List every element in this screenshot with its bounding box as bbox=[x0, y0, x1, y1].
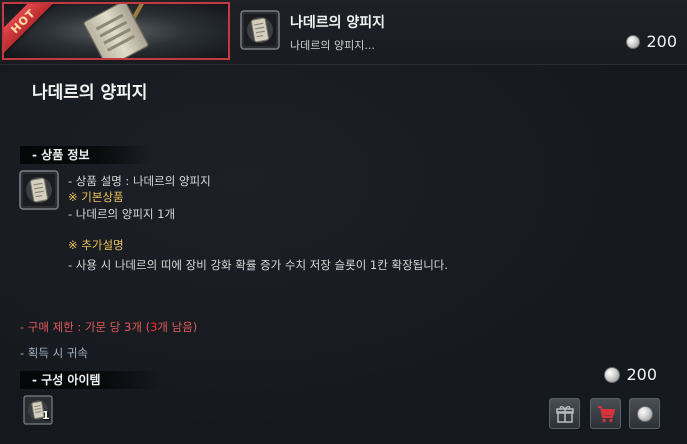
additional-info-heading: ※ 추가설명 bbox=[68, 238, 124, 252]
gift-button[interactable] bbox=[549, 398, 580, 429]
description-line: - 상품 설명 : 나데르의 양피지 bbox=[68, 174, 211, 188]
section-composition: - 구성 아이템 bbox=[20, 371, 161, 389]
header-item-subtitle: 나데르의 양피지... bbox=[290, 39, 375, 52]
buy-button[interactable] bbox=[629, 398, 660, 429]
scroll-icon bbox=[240, 10, 280, 50]
item-detail-window: HOT 나데르의 양피지 나데르의 양피지... 200 나데르의 양피지 - … bbox=[0, 0, 687, 444]
purchase-limit-suffix: 개 남음) bbox=[157, 320, 198, 334]
description-line: - 나데르의 양피지 1개 bbox=[68, 207, 176, 221]
gift-icon bbox=[555, 405, 574, 423]
hot-banner-image[interactable]: HOT bbox=[2, 2, 230, 60]
silver-coin-icon bbox=[636, 405, 653, 422]
add-to-cart-button[interactable] bbox=[590, 398, 621, 429]
composition-item-quantity: 1 bbox=[42, 409, 50, 422]
item-price: 200 bbox=[604, 365, 657, 384]
section-product-info: - 상품 정보 bbox=[20, 146, 150, 164]
hot-badge-label: HOT bbox=[8, 6, 38, 36]
purchase-limit-prefix: - 구매 제한 : 가문 당 3개 ( bbox=[20, 320, 151, 334]
silver-coin-icon bbox=[626, 34, 641, 49]
item-detail-body: 나데르의 양피지 - 상품 정보 - 상품 설명 : 나데르의 양피지 ※ 기본… bbox=[0, 65, 687, 444]
silver-coin-icon bbox=[604, 366, 621, 383]
product-title: 나데르의 양피지 bbox=[32, 83, 148, 103]
item-price-value: 200 bbox=[626, 365, 657, 384]
bind-on-acquire-note: - 획득 시 귀속 bbox=[20, 346, 89, 360]
hot-badge: HOT bbox=[4, 4, 57, 55]
purchase-limit: - 구매 제한 : 가문 당 3개 (3개 남음) bbox=[20, 319, 197, 335]
item-header: HOT 나데르의 양피지 나데르의 양피지... 200 bbox=[0, 0, 687, 65]
cart-icon bbox=[597, 405, 615, 422]
scroll-icon[interactable] bbox=[19, 170, 59, 210]
header-price: 200 bbox=[626, 32, 677, 51]
header-item-name: 나데르의 양피지 bbox=[290, 15, 386, 31]
header-price-value: 200 bbox=[646, 32, 677, 51]
basic-product-heading: ※ 기본상품 bbox=[68, 190, 124, 204]
description-line: - 사용 시 나데르의 띠에 장비 강화 확률 증가 수치 저장 슬롯이 1칸 … bbox=[68, 258, 449, 272]
